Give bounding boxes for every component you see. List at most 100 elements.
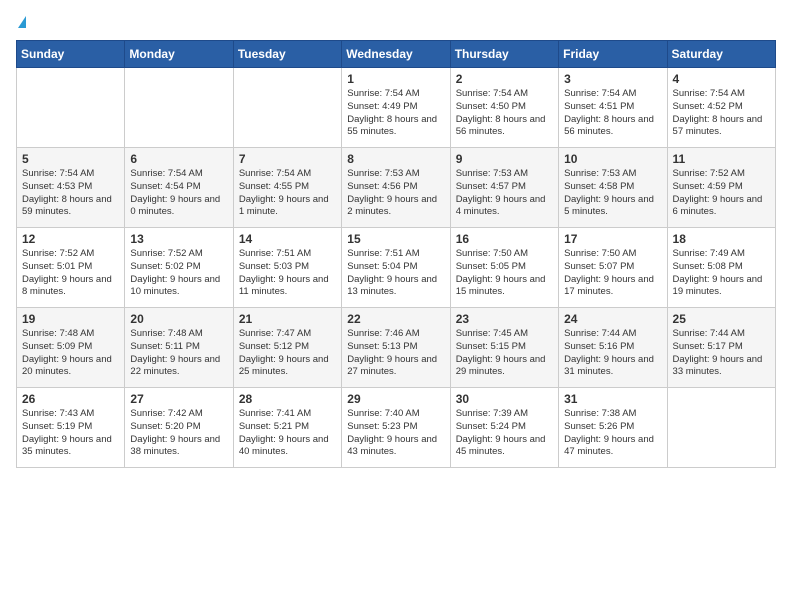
cell-content: Sunrise: 7:43 AM Sunset: 5:19 PM Dayligh… — [22, 408, 119, 459]
cell-content: Sunrise: 7:52 AM Sunset: 5:02 PM Dayligh… — [130, 248, 227, 299]
cell-content: Sunrise: 7:53 AM Sunset: 4:57 PM Dayligh… — [456, 168, 553, 219]
calendar-cell — [17, 68, 125, 148]
day-number: 26 — [22, 392, 119, 406]
cell-content: Sunrise: 7:50 AM Sunset: 5:05 PM Dayligh… — [456, 248, 553, 299]
cell-content: Sunrise: 7:54 AM Sunset: 4:50 PM Dayligh… — [456, 88, 553, 139]
day-number: 27 — [130, 392, 227, 406]
calendar-cell: 9 Sunrise: 7:53 AM Sunset: 4:57 PM Daylig… — [450, 148, 558, 228]
day-number: 12 — [22, 232, 119, 246]
weekday-header-thursday: Thursday — [450, 41, 558, 68]
weekday-header-wednesday: Wednesday — [342, 41, 450, 68]
day-number: 4 — [673, 72, 770, 86]
calendar-week-row: 5 Sunrise: 7:54 AM Sunset: 4:53 PM Daylig… — [17, 148, 776, 228]
cell-content: Sunrise: 7:47 AM Sunset: 5:12 PM Dayligh… — [239, 328, 336, 379]
day-number: 7 — [239, 152, 336, 166]
cell-content: Sunrise: 7:46 AM Sunset: 5:13 PM Dayligh… — [347, 328, 444, 379]
day-number: 9 — [456, 152, 553, 166]
day-number: 11 — [673, 152, 770, 166]
logo — [16, 16, 26, 28]
calendar-cell: 30 Sunrise: 7:39 AM Sunset: 5:24 PM Dayli… — [450, 388, 558, 468]
day-number: 16 — [456, 232, 553, 246]
calendar-cell: 10 Sunrise: 7:53 AM Sunset: 4:58 PM Dayli… — [559, 148, 667, 228]
calendar-cell: 6 Sunrise: 7:54 AM Sunset: 4:54 PM Daylig… — [125, 148, 233, 228]
day-number: 19 — [22, 312, 119, 326]
cell-content: Sunrise: 7:54 AM Sunset: 4:49 PM Dayligh… — [347, 88, 444, 139]
cell-content: Sunrise: 7:54 AM Sunset: 4:51 PM Dayligh… — [564, 88, 661, 139]
calendar-table: SundayMondayTuesdayWednesdayThursdayFrid… — [16, 40, 776, 468]
cell-content: Sunrise: 7:52 AM Sunset: 4:59 PM Dayligh… — [673, 168, 770, 219]
calendar-header-row: SundayMondayTuesdayWednesdayThursdayFrid… — [17, 41, 776, 68]
cell-content: Sunrise: 7:44 AM Sunset: 5:16 PM Dayligh… — [564, 328, 661, 379]
day-number: 2 — [456, 72, 553, 86]
calendar-cell: 24 Sunrise: 7:44 AM Sunset: 5:16 PM Dayli… — [559, 308, 667, 388]
day-number: 15 — [347, 232, 444, 246]
calendar-cell: 13 Sunrise: 7:52 AM Sunset: 5:02 PM Dayli… — [125, 228, 233, 308]
day-number: 31 — [564, 392, 661, 406]
calendar-cell: 11 Sunrise: 7:52 AM Sunset: 4:59 PM Dayli… — [667, 148, 775, 228]
day-number: 1 — [347, 72, 444, 86]
calendar-cell: 16 Sunrise: 7:50 AM Sunset: 5:05 PM Dayli… — [450, 228, 558, 308]
calendar-cell — [667, 388, 775, 468]
calendar-cell: 23Sunrise: 7:45 AM Sunset: 5:15 PM Dayli… — [450, 308, 558, 388]
day-number: 25 — [673, 312, 770, 326]
calendar-cell: 18Sunrise: 7:49 AM Sunset: 5:08 PM Dayli… — [667, 228, 775, 308]
day-number: 21 — [239, 312, 336, 326]
calendar-cell: 8Sunrise: 7:53 AM Sunset: 4:56 PM Daylig… — [342, 148, 450, 228]
calendar-cell: 26 Sunrise: 7:43 AM Sunset: 5:19 PM Dayli… — [17, 388, 125, 468]
calendar-cell: 27 Sunrise: 7:42 AM Sunset: 5:20 PM Dayli… — [125, 388, 233, 468]
calendar-cell: 29Sunrise: 7:40 AM Sunset: 5:23 PM Dayli… — [342, 388, 450, 468]
calendar-week-row: 12 Sunrise: 7:52 AM Sunset: 5:01 PM Dayli… — [17, 228, 776, 308]
calendar-cell: 15 Sunrise: 7:51 AM Sunset: 5:04 PM Dayli… — [342, 228, 450, 308]
weekday-header-saturday: Saturday — [667, 41, 775, 68]
calendar-cell: 3Sunrise: 7:54 AM Sunset: 4:51 PM Daylig… — [559, 68, 667, 148]
calendar-week-row: 1 Sunrise: 7:54 AM Sunset: 4:49 PM Daylig… — [17, 68, 776, 148]
calendar-cell: 20 Sunrise: 7:48 AM Sunset: 5:11 PM Dayli… — [125, 308, 233, 388]
day-number: 29 — [347, 392, 444, 406]
cell-content: Sunrise: 7:51 AM Sunset: 5:04 PM Dayligh… — [347, 248, 444, 299]
cell-content: Sunrise: 7:44 AM Sunset: 5:17 PM Dayligh… — [673, 328, 770, 379]
calendar-cell: 12 Sunrise: 7:52 AM Sunset: 5:01 PM Dayli… — [17, 228, 125, 308]
calendar-cell: 22 Sunrise: 7:46 AM Sunset: 5:13 PM Dayli… — [342, 308, 450, 388]
day-number: 22 — [347, 312, 444, 326]
calendar-cell: 25 Sunrise: 7:44 AM Sunset: 5:17 PM Dayli… — [667, 308, 775, 388]
calendar-cell: 14Sunrise: 7:51 AM Sunset: 5:03 PM Dayli… — [233, 228, 341, 308]
calendar-cell: 19Sunrise: 7:48 AM Sunset: 5:09 PM Dayli… — [17, 308, 125, 388]
calendar-cell: 21 Sunrise: 7:47 AM Sunset: 5:12 PM Dayli… — [233, 308, 341, 388]
day-number: 17 — [564, 232, 661, 246]
day-number: 28 — [239, 392, 336, 406]
day-number: 6 — [130, 152, 227, 166]
cell-content: Sunrise: 7:42 AM Sunset: 5:20 PM Dayligh… — [130, 408, 227, 459]
day-number: 10 — [564, 152, 661, 166]
page-header — [16, 16, 776, 28]
cell-content: Sunrise: 7:39 AM Sunset: 5:24 PM Dayligh… — [456, 408, 553, 459]
cell-content: Sunrise: 7:53 AM Sunset: 4:58 PM Dayligh… — [564, 168, 661, 219]
cell-content: Sunrise: 7:53 AM Sunset: 4:56 PM Dayligh… — [347, 168, 444, 219]
cell-content: Sunrise: 7:52 AM Sunset: 5:01 PM Dayligh… — [22, 248, 119, 299]
cell-content: Sunrise: 7:49 AM Sunset: 5:08 PM Dayligh… — [673, 248, 770, 299]
cell-content: Sunrise: 7:54 AM Sunset: 4:53 PM Dayligh… — [22, 168, 119, 219]
calendar-cell: 28 Sunrise: 7:41 AM Sunset: 5:21 PM Dayli… — [233, 388, 341, 468]
calendar-cell: 7 Sunrise: 7:54 AM Sunset: 4:55 PM Daylig… — [233, 148, 341, 228]
cell-content: Sunrise: 7:41 AM Sunset: 5:21 PM Dayligh… — [239, 408, 336, 459]
day-number: 24 — [564, 312, 661, 326]
calendar-cell: 17Sunrise: 7:50 AM Sunset: 5:07 PM Dayli… — [559, 228, 667, 308]
weekday-header-sunday: Sunday — [17, 41, 125, 68]
calendar-cell: 4 Sunrise: 7:54 AM Sunset: 4:52 PM Daylig… — [667, 68, 775, 148]
logo-icon — [18, 16, 26, 28]
cell-content: Sunrise: 7:54 AM Sunset: 4:54 PM Dayligh… — [130, 168, 227, 219]
day-number: 5 — [22, 152, 119, 166]
weekday-header-friday: Friday — [559, 41, 667, 68]
day-number: 30 — [456, 392, 553, 406]
calendar-cell — [125, 68, 233, 148]
day-number: 13 — [130, 232, 227, 246]
day-number: 20 — [130, 312, 227, 326]
calendar-week-row: 26 Sunrise: 7:43 AM Sunset: 5:19 PM Dayli… — [17, 388, 776, 468]
calendar-cell: 31Sunrise: 7:38 AM Sunset: 5:26 PM Dayli… — [559, 388, 667, 468]
cell-content: Sunrise: 7:45 AM Sunset: 5:15 PM Dayligh… — [456, 328, 553, 379]
calendar-cell: 2 Sunrise: 7:54 AM Sunset: 4:50 PM Daylig… — [450, 68, 558, 148]
cell-content: Sunrise: 7:54 AM Sunset: 4:55 PM Dayligh… — [239, 168, 336, 219]
weekday-header-tuesday: Tuesday — [233, 41, 341, 68]
cell-content: Sunrise: 7:48 AM Sunset: 5:11 PM Dayligh… — [130, 328, 227, 379]
calendar-cell: 1 Sunrise: 7:54 AM Sunset: 4:49 PM Daylig… — [342, 68, 450, 148]
cell-content: Sunrise: 7:54 AM Sunset: 4:52 PM Dayligh… — [673, 88, 770, 139]
